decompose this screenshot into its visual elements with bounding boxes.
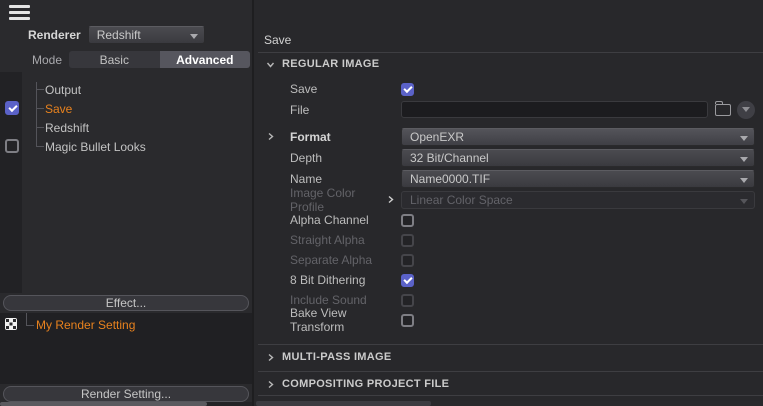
effect-button[interactable]: Effect... xyxy=(3,295,249,311)
tab-advanced[interactable]: Advanced xyxy=(160,51,251,68)
divider xyxy=(258,371,763,372)
image-color-profile-row: Image Color Profile Linear Color Space xyxy=(266,190,755,209)
bake-view-transform-checkbox[interactable] xyxy=(401,314,414,327)
tab-basic[interactable]: Basic xyxy=(69,51,160,68)
depth-select[interactable]: 32 Bit/Channel xyxy=(401,149,755,167)
section-label: MULTI-PASS IMAGE xyxy=(282,351,392,363)
left-horizontal-scrollbar[interactable] xyxy=(0,402,252,406)
scrollbar-thumb[interactable] xyxy=(256,401,431,406)
file-row: File xyxy=(266,100,755,119)
tree-item-label: Output xyxy=(45,83,81,97)
depth-label: Depth xyxy=(290,151,401,165)
alpha-channel-label: Alpha Channel xyxy=(290,213,401,227)
chevron-down-icon xyxy=(740,157,748,162)
mode-tabs: Basic Advanced xyxy=(69,51,250,68)
label-text: Image Color Profile xyxy=(290,186,386,214)
dithering-checkbox[interactable] xyxy=(401,274,414,287)
chevron-right-icon xyxy=(266,380,282,389)
left-panel: Renderer Redshift Mode Basic Advanced Ou… xyxy=(0,0,254,406)
detail-panel: Save REGULAR IMAGE Save File xyxy=(254,0,763,406)
sidebar-item-magic-bullet-looks[interactable]: Magic Bullet Looks xyxy=(36,138,246,155)
include-sound-label: Include Sound xyxy=(290,293,401,307)
sidebar-item-output[interactable]: Output xyxy=(36,81,246,98)
straight-alpha-label: Straight Alpha xyxy=(290,233,401,247)
menu-icon[interactable] xyxy=(9,5,30,21)
chevron-right-icon xyxy=(266,353,282,362)
bake-view-transform-row: Bake View Transform xyxy=(266,312,755,328)
magic-bullet-enable-checkbox[interactable] xyxy=(5,139,19,153)
render-setting-button[interactable]: Render Setting... xyxy=(3,386,249,402)
right-horizontal-scrollbar[interactable] xyxy=(254,401,763,406)
section-multi-pass-image[interactable]: MULTI-PASS IMAGE xyxy=(266,350,755,364)
section-regular-image[interactable]: REGULAR IMAGE xyxy=(266,57,755,71)
tree-tick xyxy=(36,89,44,90)
chevron-down-icon xyxy=(740,178,748,183)
section-compositing-project-file[interactable]: COMPOSITING PROJECT FILE xyxy=(266,377,755,391)
alpha-channel-row: Alpha Channel xyxy=(266,212,755,228)
name-label: Name xyxy=(290,172,401,186)
save-checkbox[interactable] xyxy=(401,83,414,96)
tree-tick xyxy=(36,108,44,109)
image-color-profile-value: Linear Color Space xyxy=(410,193,513,207)
render-setting-item[interactable]: My Render Setting xyxy=(36,318,135,332)
tree-item-label: Redshift xyxy=(45,121,89,135)
separate-alpha-row: Separate Alpha xyxy=(266,252,755,268)
image-color-profile-select: Linear Color Space xyxy=(401,191,755,209)
separate-alpha-label: Separate Alpha xyxy=(290,253,401,267)
page-title: Save xyxy=(264,33,291,47)
save-row: Save xyxy=(266,81,755,97)
alpha-channel-checkbox[interactable] xyxy=(401,214,414,227)
divider xyxy=(258,395,763,396)
folder-icon[interactable] xyxy=(715,104,731,116)
chevron-down-icon xyxy=(742,107,750,112)
straight-alpha-checkbox xyxy=(401,234,414,247)
dithering-row: 8 Bit Dithering xyxy=(266,272,755,288)
section-label: REGULAR IMAGE xyxy=(282,58,379,70)
name-value: Name0000.TIF xyxy=(410,172,490,186)
chevron-down-icon xyxy=(740,136,748,141)
include-sound-checkbox xyxy=(401,294,414,307)
depth-row: Depth 32 Bit/Channel xyxy=(266,148,755,167)
divider xyxy=(258,52,763,53)
scrollbar-thumb[interactable] xyxy=(0,402,207,406)
tree-elbow-line xyxy=(26,313,34,326)
dithering-label: 8 Bit Dithering xyxy=(290,273,401,287)
renderer-row: Renderer Redshift xyxy=(28,26,205,44)
format-row: Format OpenEXR xyxy=(266,127,755,146)
renderer-label: Renderer xyxy=(28,28,81,42)
render-settings-list: My Render Setting xyxy=(0,313,252,384)
chevron-down-icon xyxy=(266,60,282,69)
renderer-value: Redshift xyxy=(97,28,186,42)
tree-item-label: Magic Bullet Looks xyxy=(45,140,146,154)
save-label: Save xyxy=(290,82,401,96)
render-setting-icon xyxy=(5,318,17,330)
sidebar-item-redshift[interactable]: Redshift xyxy=(36,119,246,136)
format-select[interactable]: OpenEXR xyxy=(401,128,755,146)
chevron-down-icon xyxy=(190,34,198,39)
format-label: Format xyxy=(290,130,401,144)
separate-alpha-checkbox xyxy=(401,254,414,267)
bake-view-transform-label: Bake View Transform xyxy=(290,306,401,334)
divider xyxy=(258,344,763,345)
format-value: OpenEXR xyxy=(410,130,464,144)
chevron-down-icon xyxy=(740,199,748,204)
expand-arrow-icon[interactable] xyxy=(386,195,395,204)
tree-tick xyxy=(36,127,44,128)
tree-item-label: Save xyxy=(45,102,72,116)
sidebar-item-save[interactable]: Save xyxy=(36,100,246,117)
renderer-select[interactable]: Redshift xyxy=(88,26,205,44)
straight-alpha-row: Straight Alpha xyxy=(266,232,755,248)
depth-value: 32 Bit/Channel xyxy=(410,151,489,165)
name-select[interactable]: Name0000.TIF xyxy=(401,170,755,188)
file-options-button[interactable] xyxy=(737,101,755,119)
file-path-input[interactable] xyxy=(401,101,708,118)
save-enable-checkbox[interactable] xyxy=(5,101,19,115)
expand-arrow-icon[interactable] xyxy=(266,132,290,141)
mode-row: Mode Basic Advanced xyxy=(32,51,250,68)
tree-tick xyxy=(36,146,44,147)
file-label: File xyxy=(290,103,401,117)
image-color-profile-label: Image Color Profile xyxy=(290,186,401,214)
section-label: COMPOSITING PROJECT FILE xyxy=(282,378,449,390)
mode-label: Mode xyxy=(32,53,62,67)
